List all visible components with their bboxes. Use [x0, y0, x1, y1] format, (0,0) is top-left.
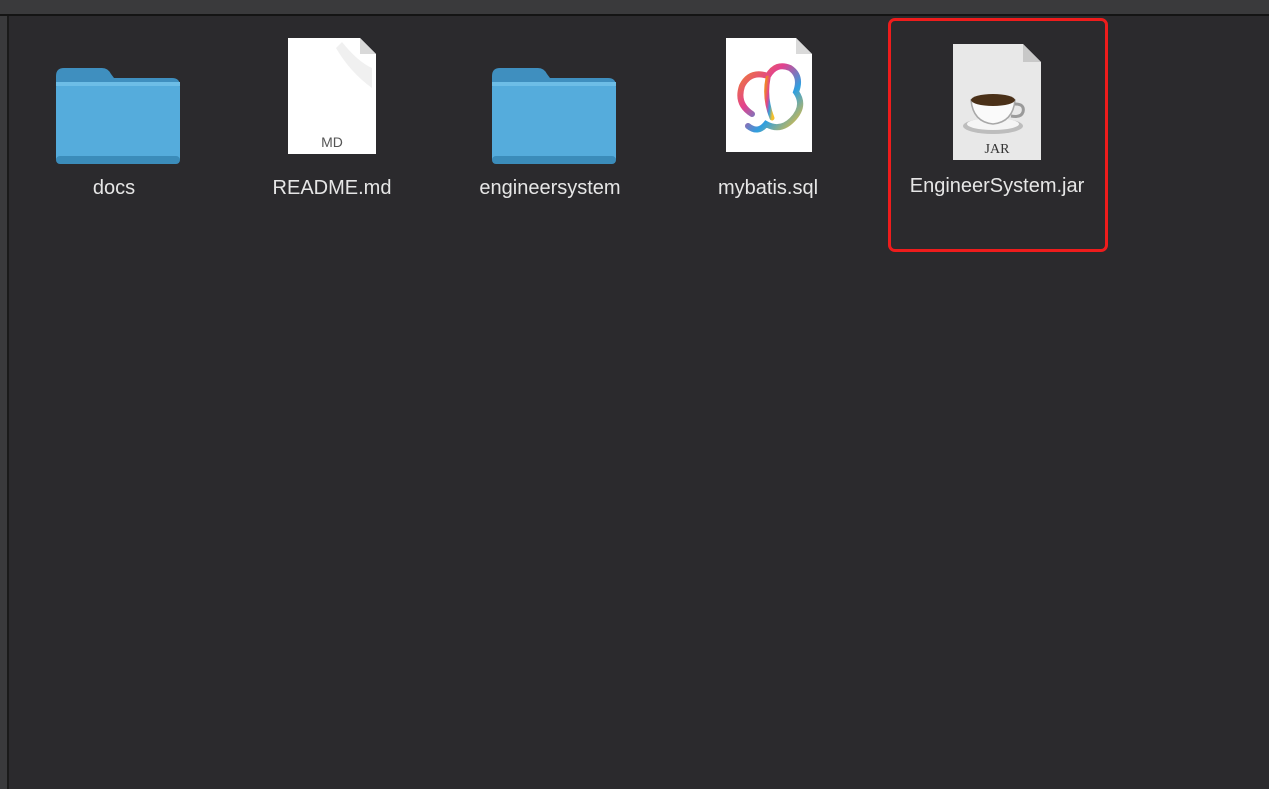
file-label: docs [92, 177, 136, 199]
file-item-engineersystem[interactable]: engineersystem [450, 38, 650, 202]
file-item-docs[interactable]: docs [14, 38, 214, 202]
navicat-sql-file-icon [668, 38, 868, 168]
markdown-file-icon: MD [232, 38, 432, 168]
file-item-readme[interactable]: MD README.md [232, 38, 432, 202]
window-left-edge [0, 16, 9, 789]
window-top-strip [0, 0, 1269, 16]
file-grid: docs MD README.md engineersystem mybatis… [9, 16, 1269, 789]
file-item-mybatis-sql[interactable]: mybatis.sql [668, 38, 868, 202]
file-badge: MD [321, 134, 343, 150]
file-label: mybatis.sql [717, 177, 819, 199]
folder-icon [450, 38, 650, 168]
folder-icon [14, 38, 214, 168]
file-label: README.md [272, 177, 392, 199]
selection-highlight [888, 18, 1108, 252]
finder-window: docs MD README.md engineersystem mybatis… [0, 0, 1269, 789]
file-label: engineersystem [479, 177, 621, 199]
